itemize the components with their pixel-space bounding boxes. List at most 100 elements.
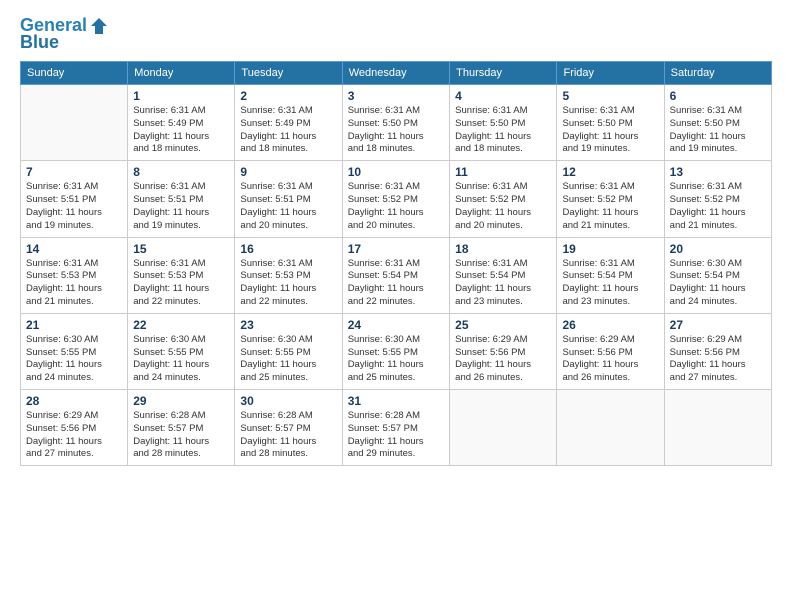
- day-number: 6: [670, 89, 766, 103]
- day-number: 8: [133, 165, 229, 179]
- calendar-cell: 29 Sunrise: 6:28 AMSunset: 5:57 PMDayligh…: [128, 390, 235, 466]
- calendar-cell: 7Sunrise: 6:31 AMSunset: 5:51 PMDaylight…: [21, 161, 128, 237]
- day-number: 19: [562, 242, 658, 256]
- day-info: Sunrise: 6:31 AMSunset: 5:50 PMDaylight:…: [562, 105, 658, 156]
- day-number: 15: [133, 242, 229, 256]
- week-row-4: 28Sunrise: 6:29 AMSunset: 5:56 PMDayligh…: [21, 390, 772, 466]
- calendar-cell: 25 Sunrise: 6:29 AMSunset: 5:56 PMDayligh…: [450, 313, 557, 389]
- page: General Blue SundayMondayTuesdayWednesda…: [0, 0, 792, 612]
- calendar-cell: [557, 390, 664, 466]
- calendar-cell: 21 Sunrise: 6:30 AMSunset: 5:55 PMDayligh…: [21, 313, 128, 389]
- calendar-cell: 8 Sunrise: 6:31 AMSunset: 5:51 PMDaylight…: [128, 161, 235, 237]
- day-info: Sunrise: 6:31 AMSunset: 5:52 PMDaylight:…: [562, 181, 658, 232]
- day-number: 27: [670, 318, 766, 332]
- week-row-1: 7 Sunrise: 6:31 AMSunset: 5:51 PMDaylight…: [21, 161, 772, 237]
- week-row-0: 1Sunrise: 6:31 AMSunset: 5:49 PMDaylight…: [21, 85, 772, 161]
- calendar-cell: 12 Sunrise: 6:31 AMSunset: 5:52 PMDayligh…: [557, 161, 664, 237]
- day-info: Sunrise: 6:30 AMSunset: 5:55 PMDaylight:…: [26, 334, 122, 385]
- day-number: 28: [26, 394, 122, 408]
- day-info: Sunrise: 6:31 AMSunset: 5:53 PMDaylight:…: [240, 258, 336, 309]
- weekday-header-monday: Monday: [128, 62, 235, 85]
- week-row-3: 21 Sunrise: 6:30 AMSunset: 5:55 PMDayligh…: [21, 313, 772, 389]
- weekday-header-thursday: Thursday: [450, 62, 557, 85]
- day-number: 9: [240, 165, 336, 179]
- day-info: Sunrise: 6:30 AMSunset: 5:55 PMDaylight:…: [133, 334, 229, 385]
- day-info: Sunrise: 6:28 AMSunset: 5:57 PMDaylight:…: [348, 410, 444, 461]
- calendar-cell: 31 Sunrise: 6:28 AMSunset: 5:57 PMDayligh…: [342, 390, 449, 466]
- day-number: 29: [133, 394, 229, 408]
- day-number: 25: [455, 318, 551, 332]
- day-info: Sunrise: 6:31 AMSunset: 5:51 PMDaylight:…: [133, 181, 229, 232]
- day-number: 21: [26, 318, 122, 332]
- calendar-cell: 23 Sunrise: 6:30 AMSunset: 5:55 PMDayligh…: [235, 313, 342, 389]
- calendar: SundayMondayTuesdayWednesdayThursdayFrid…: [20, 61, 772, 466]
- calendar-cell: 26 Sunrise: 6:29 AMSunset: 5:56 PMDayligh…: [557, 313, 664, 389]
- day-info: Sunrise: 6:29 AMSunset: 5:56 PMDaylight:…: [562, 334, 658, 385]
- calendar-cell: 10Sunrise: 6:31 AMSunset: 5:52 PMDayligh…: [342, 161, 449, 237]
- day-info: Sunrise: 6:31 AMSunset: 5:49 PMDaylight:…: [240, 105, 336, 156]
- calendar-cell: [21, 85, 128, 161]
- weekday-header-row: SundayMondayTuesdayWednesdayThursdayFrid…: [21, 62, 772, 85]
- day-number: 2: [240, 89, 336, 103]
- calendar-cell: 24 Sunrise: 6:30 AMSunset: 5:55 PMDayligh…: [342, 313, 449, 389]
- calendar-cell: 17Sunrise: 6:31 AMSunset: 5:54 PMDayligh…: [342, 237, 449, 313]
- day-info: Sunrise: 6:30 AMSunset: 5:55 PMDaylight:…: [348, 334, 444, 385]
- day-number: 11: [455, 165, 551, 179]
- day-info: Sunrise: 6:31 AMSunset: 5:53 PMDaylight:…: [26, 258, 122, 309]
- weekday-header-saturday: Saturday: [664, 62, 771, 85]
- calendar-cell: 2 Sunrise: 6:31 AMSunset: 5:49 PMDaylight…: [235, 85, 342, 161]
- week-row-2: 14 Sunrise: 6:31 AMSunset: 5:53 PMDayligh…: [21, 237, 772, 313]
- day-info: Sunrise: 6:28 AMSunset: 5:57 PMDaylight:…: [133, 410, 229, 461]
- day-number: 7: [26, 165, 122, 179]
- calendar-cell: 22Sunrise: 6:30 AMSunset: 5:55 PMDayligh…: [128, 313, 235, 389]
- day-info: Sunrise: 6:31 AMSunset: 5:51 PMDaylight:…: [240, 181, 336, 232]
- calendar-cell: 1Sunrise: 6:31 AMSunset: 5:49 PMDaylight…: [128, 85, 235, 161]
- weekday-header-sunday: Sunday: [21, 62, 128, 85]
- calendar-cell: 6 Sunrise: 6:31 AMSunset: 5:50 PMDaylight…: [664, 85, 771, 161]
- day-number: 23: [240, 318, 336, 332]
- calendar-cell: 30 Sunrise: 6:28 AMSunset: 5:57 PMDayligh…: [235, 390, 342, 466]
- day-number: 24: [348, 318, 444, 332]
- calendar-cell: [664, 390, 771, 466]
- calendar-cell: 5Sunrise: 6:31 AMSunset: 5:50 PMDaylight…: [557, 85, 664, 161]
- day-number: 26: [562, 318, 658, 332]
- calendar-cell: 13 Sunrise: 6:31 AMSunset: 5:52 PMDayligh…: [664, 161, 771, 237]
- weekday-header-tuesday: Tuesday: [235, 62, 342, 85]
- day-info: Sunrise: 6:31 AMSunset: 5:50 PMDaylight:…: [348, 105, 444, 156]
- day-info: Sunrise: 6:31 AMSunset: 5:50 PMDaylight:…: [670, 105, 766, 156]
- day-info: Sunrise: 6:29 AMSunset: 5:56 PMDaylight:…: [670, 334, 766, 385]
- calendar-cell: 20 Sunrise: 6:30 AMSunset: 5:54 PMDayligh…: [664, 237, 771, 313]
- day-number: 20: [670, 242, 766, 256]
- calendar-cell: 18Sunrise: 6:31 AMSunset: 5:54 PMDayligh…: [450, 237, 557, 313]
- logo-icon: [89, 16, 109, 36]
- day-info: Sunrise: 6:31 AMSunset: 5:54 PMDaylight:…: [455, 258, 551, 309]
- day-number: 13: [670, 165, 766, 179]
- day-info: Sunrise: 6:30 AMSunset: 5:55 PMDaylight:…: [240, 334, 336, 385]
- day-info: Sunrise: 6:29 AMSunset: 5:56 PMDaylight:…: [455, 334, 551, 385]
- day-number: 12: [562, 165, 658, 179]
- day-number: 14: [26, 242, 122, 256]
- day-info: Sunrise: 6:31 AMSunset: 5:50 PMDaylight:…: [455, 105, 551, 156]
- calendar-cell: 9 Sunrise: 6:31 AMSunset: 5:51 PMDaylight…: [235, 161, 342, 237]
- calendar-cell: 4 Sunrise: 6:31 AMSunset: 5:50 PMDaylight…: [450, 85, 557, 161]
- day-number: 4: [455, 89, 551, 103]
- calendar-cell: [450, 390, 557, 466]
- day-number: 16: [240, 242, 336, 256]
- header: General Blue: [20, 16, 772, 53]
- day-info: Sunrise: 6:31 AMSunset: 5:54 PMDaylight:…: [348, 258, 444, 309]
- day-info: Sunrise: 6:31 AMSunset: 5:49 PMDaylight:…: [133, 105, 229, 156]
- calendar-cell: 11Sunrise: 6:31 AMSunset: 5:52 PMDayligh…: [450, 161, 557, 237]
- day-info: Sunrise: 6:31 AMSunset: 5:52 PMDaylight:…: [670, 181, 766, 232]
- calendar-cell: 19Sunrise: 6:31 AMSunset: 5:54 PMDayligh…: [557, 237, 664, 313]
- weekday-header-wednesday: Wednesday: [342, 62, 449, 85]
- calendar-cell: 15 Sunrise: 6:31 AMSunset: 5:53 PMDayligh…: [128, 237, 235, 313]
- day-info: Sunrise: 6:30 AMSunset: 5:54 PMDaylight:…: [670, 258, 766, 309]
- day-info: Sunrise: 6:31 AMSunset: 5:52 PMDaylight:…: [348, 181, 444, 232]
- day-info: Sunrise: 6:28 AMSunset: 5:57 PMDaylight:…: [240, 410, 336, 461]
- day-info: Sunrise: 6:31 AMSunset: 5:53 PMDaylight:…: [133, 258, 229, 309]
- day-number: 30: [240, 394, 336, 408]
- day-number: 31: [348, 394, 444, 408]
- logo: General Blue: [20, 16, 109, 53]
- calendar-cell: 14 Sunrise: 6:31 AMSunset: 5:53 PMDayligh…: [21, 237, 128, 313]
- day-number: 3: [348, 89, 444, 103]
